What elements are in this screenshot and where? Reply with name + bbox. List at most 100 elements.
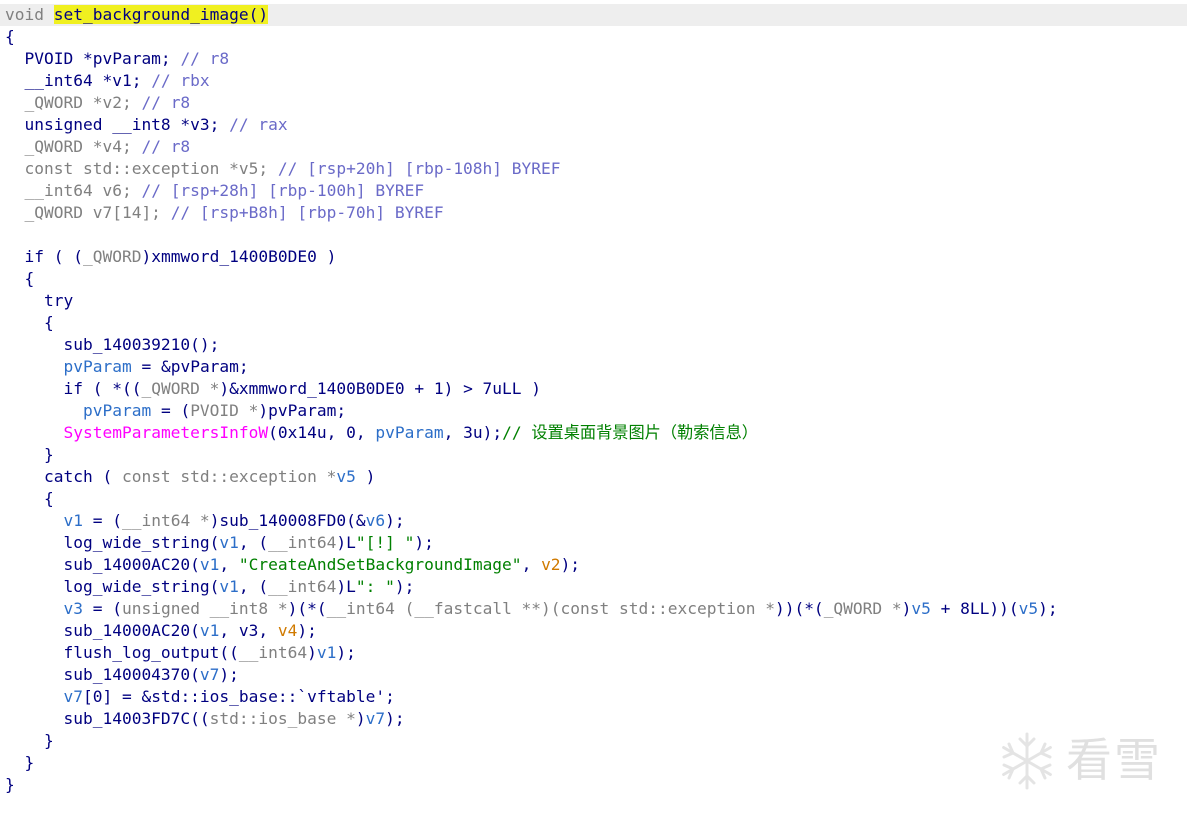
code-token: )pvParam; [258,401,347,420]
code-token: __int64 * [121,511,210,530]
code-line[interactable]: sub_140039210(); [5,334,219,356]
code-token: // rax [229,115,288,134]
code-token: PVOID * [190,401,259,420]
code-token: _QWORD [82,247,142,266]
code-token: = ( [82,599,122,618]
code-token: ) [355,467,376,486]
code-line[interactable]: { [5,312,54,334]
code-line[interactable]: pvParam = (PVOID *)pvParam; [5,400,346,422]
code-line[interactable]: { [5,488,54,510]
code-line[interactable]: log_wide_string(v1, (__int64)L"[!] "); [5,532,434,554]
code-token: void [5,5,54,24]
code-token: v3 [63,599,83,618]
code-token: v5 [1018,599,1039,618]
code-token: "[!] " [355,533,415,552]
code-token: // [rsp+B8h] [rbp-70h] BYREF [170,203,444,222]
code-line[interactable]: { [5,268,34,290]
code-token: [0] = &std::ios_base::`vftable'; [82,687,395,706]
code-line[interactable]: sub_140004370(v7); [5,664,238,686]
code-token: pvParam [82,401,152,420]
code-token: v7 [199,665,220,684]
code-token: , ( [238,533,269,552]
code-token: SystemParametersInfoW [63,423,269,442]
code-line[interactable]: try [5,290,73,312]
code-token: __int64 v6; [5,181,142,200]
code-token: ); [336,643,356,662]
code-line[interactable]: v1 = (__int64 *)sub_140008FD0(&v6); [5,510,405,532]
code-line[interactable]: pvParam = &pvParam; [5,356,248,378]
code-line-current[interactable]: void set_background_image() [0,4,1187,26]
code-line[interactable]: __int64 *v1; // rbx [5,70,209,92]
code-token: log_wide_string( [5,577,220,596]
code-token: , ( [238,577,269,596]
code-line[interactable]: if ( *((_QWORD *)&xmmword_1400B0DE0 + 1)… [5,378,541,400]
code-token: v1 [199,555,220,574]
code-token: sub_140039210(); [5,335,220,354]
code-token: unsigned __int8 * [121,599,288,618]
code-token: __int64 [268,577,337,596]
code-token: *v2; [92,93,142,112]
code-token: _QWORD [5,93,93,112]
code-line[interactable]: { [5,26,15,48]
code-token: )&xmmword_1400B0DE0 + 1) > 7uLL ) [219,379,542,398]
code-line[interactable]: _QWORD *v4; // r8 [5,136,190,158]
code-line[interactable]: } [5,774,15,796]
function-name-highlight: set_background_image() [53,5,269,24]
code-token: ) [901,599,912,618]
code-token: = ( [82,511,122,530]
code-line[interactable]: PVOID *pvParam; // r8 [5,48,229,70]
code-line[interactable]: flush_log_output((__int64)v1); [5,642,356,664]
code-line[interactable]: __int64 v6; // [rsp+28h] [rbp-100h] BYRE… [5,180,424,202]
code-token: , 3u); [443,423,503,442]
code-token: v1 [199,621,220,640]
code-line[interactable]: v3 = (unsigned __int8 *)(*(__int64 (__fa… [5,598,1058,620]
code-line[interactable]: } [5,444,54,466]
code-token: pvParam [375,423,444,442]
code-line[interactable]: sub_14003FD7C((std::ios_base *)v7); [5,708,405,730]
code-token: { [5,27,15,46]
code-token: } [5,775,15,794]
code-token: = ( [151,401,191,420]
code-token: try [5,291,74,310]
code-line[interactable]: const std::exception *v5; // [rsp+20h] [… [5,158,561,180]
code-token: ); [1038,599,1058,618]
code-line[interactable]: log_wide_string(v1, (__int64)L": "); [5,576,414,598]
code-line[interactable]: sub_14000AC20(v1, v3, v4); [5,620,316,642]
code-line[interactable]: } [5,730,54,752]
code-token: _QWORD * [823,599,902,618]
code-token: log_wide_string( [5,533,220,552]
code-token: ); [385,709,405,728]
code-token: v1 [63,511,83,530]
code-line[interactable]: if ( (_QWORD)xmmword_1400B0DE0 ) [5,246,336,268]
code-line[interactable]: _QWORD v7[14]; // [rsp+B8h] [rbp-70h] BY… [5,202,444,224]
code-token: } [5,731,54,750]
code-token: )sub_140008FD0(& [209,511,366,530]
code-token: v4 [277,621,298,640]
snowflake-icon [1002,732,1052,790]
code-token: _QWORD * [141,379,220,398]
code-token: "CreateAndSetBackgroundImage" [238,555,522,574]
code-line[interactable]: } [5,752,34,774]
code-line[interactable]: unsigned __int8 *v3; // rax [5,114,288,136]
pseudocode-view[interactable]: void set_background_image(){ PVOID *pvPa… [0,0,1187,814]
code-line[interactable]: _QWORD *v2; // r8 [5,92,190,114]
code-token: sub_14000AC20( [5,555,200,574]
code-token: v7 [63,687,83,706]
code-token: ); [414,533,434,552]
code-token: // [rsp+20h] [rbp-108h] BYREF [277,159,561,178]
code-line[interactable]: catch ( const std::exception *v5 ) [5,466,375,488]
code-token: { [5,489,54,508]
code-line[interactable]: v7[0] = &std::ios_base::`vftable'; [5,686,395,708]
code-token: _QWORD v7[14]; [5,203,171,222]
code-line[interactable]: sub_14000AC20(v1, "CreateAndSetBackgroun… [5,554,580,576]
code-token: const std::exception *v5; [5,159,278,178]
code-line[interactable]: SystemParametersInfoW(0x14u, 0, pvParam,… [5,422,757,444]
code-token: v7 [365,709,386,728]
code-token: v5 [336,467,356,486]
code-token: ); [385,511,405,530]
code-token: v1 [219,577,239,596]
code-token: )xmmword_1400B0DE0 ) [141,247,337,266]
code-token: __int64 [238,643,308,662]
